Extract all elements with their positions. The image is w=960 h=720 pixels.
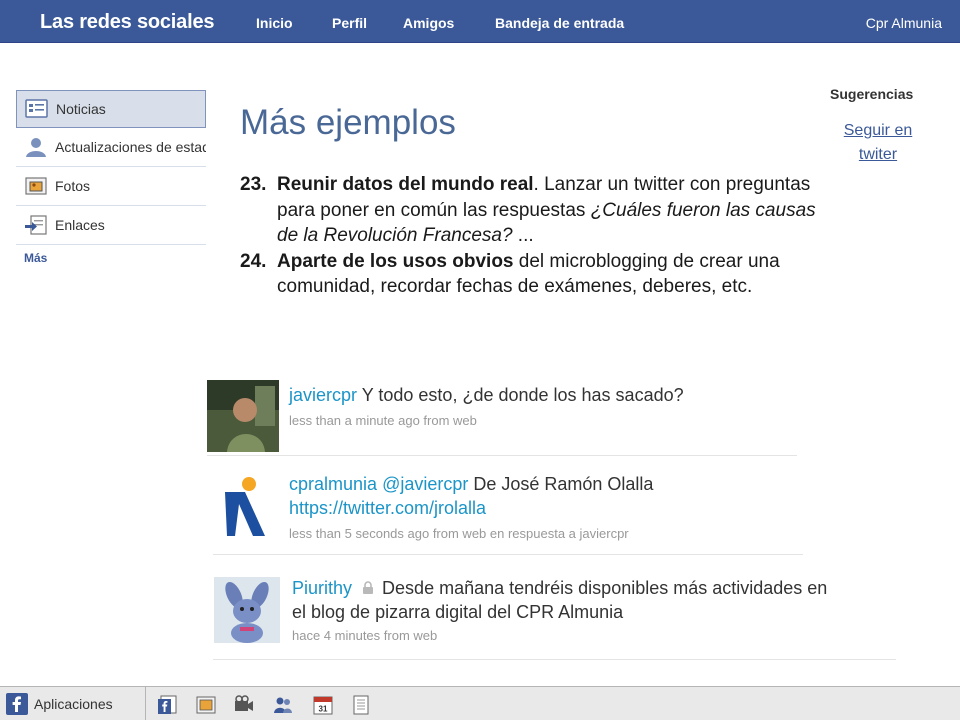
applications-label: Aplicaciones	[34, 696, 113, 712]
follow-twitter-link[interactable]: Seguir en twiter	[826, 119, 930, 167]
item-bold-text: Aparte de los usos obvios	[277, 250, 514, 272]
lock-icon	[363, 581, 374, 594]
avatar[interactable]	[207, 380, 279, 452]
item-bold-text: Reunir datos del mundo real	[277, 174, 534, 195]
user-photo-avatar	[207, 380, 279, 452]
sidebar-item-enlaces[interactable]: Enlaces	[16, 206, 206, 245]
list-item: 23. Reunir datos del mundo real. Lanzar u…	[240, 172, 840, 249]
tweet-text-line: javiercpr Y todo esto, ¿de donde los has…	[289, 383, 684, 407]
item-number: 23.	[240, 174, 267, 195]
photos-icon[interactable]	[195, 694, 217, 716]
tweet-divider	[213, 554, 803, 555]
avatar[interactable]	[214, 577, 280, 643]
bottom-application-bar: Aplicaciones 31	[0, 686, 960, 720]
nav-inicio[interactable]: Inicio	[256, 15, 293, 31]
item-text-end: ...	[512, 225, 534, 246]
sidebar-item-label: Actualizaciones de estado	[55, 139, 206, 155]
calendar-day-label: 31	[319, 705, 328, 714]
tweet-text-line-2: el blog de pizarra digital del CPR Almun…	[292, 602, 624, 622]
sidebar-item-actualizaciones[interactable]: Actualizaciones de estado	[16, 128, 206, 167]
left-sidebar: Noticias Actualizaciones de estado Fotos…	[16, 90, 206, 265]
bottom-bar-divider	[145, 687, 146, 720]
tweet-text: De José Ramón Olalla	[468, 474, 654, 494]
nav-bandeja-de-entrada[interactable]: Bandeja de entrada	[495, 15, 624, 31]
tweet-text: Y todo esto, ¿de donde los has sacado?	[357, 385, 684, 405]
sidebar-more-link[interactable]: Más	[24, 251, 206, 265]
tweet-meta: less than a minute ago from web	[289, 413, 477, 428]
tweet-url-link[interactable]: https://twitter.com/jrolalla	[289, 496, 653, 520]
avatar[interactable]	[215, 474, 271, 542]
status-updates-icon	[26, 138, 46, 157]
sidebar-item-label: Fotos	[55, 178, 91, 194]
sidebar-item-label: Noticias	[56, 101, 106, 117]
tweet-divider	[207, 455, 797, 456]
applications-menu-button[interactable]: Aplicaciones	[6, 693, 113, 715]
examples-list: 23. Reunir datos del mundo real. Lanzar u…	[240, 172, 840, 300]
tweet-mention[interactable]: @javiercpr	[382, 474, 468, 494]
links-icon	[25, 215, 47, 235]
news-feed-icon	[25, 99, 48, 118]
sidebar-item-noticias[interactable]: Noticias	[16, 90, 206, 128]
tweet-3: Piurithy Desde mañana tendréis disponibl…	[292, 576, 827, 643]
suggestions-heading: Sugerencias	[830, 86, 914, 102]
item-number: 24.	[240, 250, 267, 272]
notes-icon[interactable]	[350, 694, 372, 716]
top-navigation-bar: Las redes sociales Inicio Perfil Amigos …	[0, 0, 960, 43]
tweet-1: javiercpr Y todo esto, ¿de donde los has…	[289, 383, 684, 428]
facebook-logo-icon	[6, 693, 28, 715]
tweet-username[interactable]: javiercpr	[289, 385, 357, 405]
nav-perfil[interactable]: Perfil	[332, 15, 367, 31]
facebook-page-icon[interactable]	[156, 694, 178, 716]
tweet-text-line: cpralmunia @javiercpr De José Ramón Olal…	[289, 472, 653, 496]
page-title: Más ejemplos	[240, 103, 456, 142]
video-icon[interactable]	[233, 694, 255, 716]
sidebar-item-label: Enlaces	[55, 217, 105, 233]
friends-icon[interactable]	[272, 694, 294, 716]
site-brand[interactable]: Las redes sociales	[40, 11, 214, 34]
tweet-2: cpralmunia @javiercpr De José Ramón Olal…	[289, 472, 653, 541]
tweet-divider	[213, 659, 896, 660]
donkey-avatar	[214, 577, 280, 643]
cpr-logo-avatar	[215, 474, 271, 542]
tweet-meta: hace 4 minutes from web	[292, 628, 438, 643]
tweet-text: Desde mañana tendréis disponibles más ac…	[377, 578, 828, 598]
user-name-link[interactable]: Cpr Almunia	[866, 15, 942, 31]
tweet-username[interactable]: Piurithy	[292, 578, 352, 598]
tweet-username[interactable]: cpralmunia	[289, 474, 377, 494]
nav-amigos[interactable]: Amigos	[403, 15, 454, 31]
tweet-text-line: Piurithy Desde mañana tendréis disponibl…	[292, 576, 827, 600]
photos-icon	[25, 177, 47, 195]
sidebar-item-fotos[interactable]: Fotos	[16, 167, 206, 206]
calendar-icon[interactable]: 31	[312, 694, 334, 716]
list-item: 24. Aparte de los usos obvios del microbl…	[240, 249, 840, 300]
tweet-meta: less than 5 seconds ago from web en resp…	[289, 526, 629, 541]
